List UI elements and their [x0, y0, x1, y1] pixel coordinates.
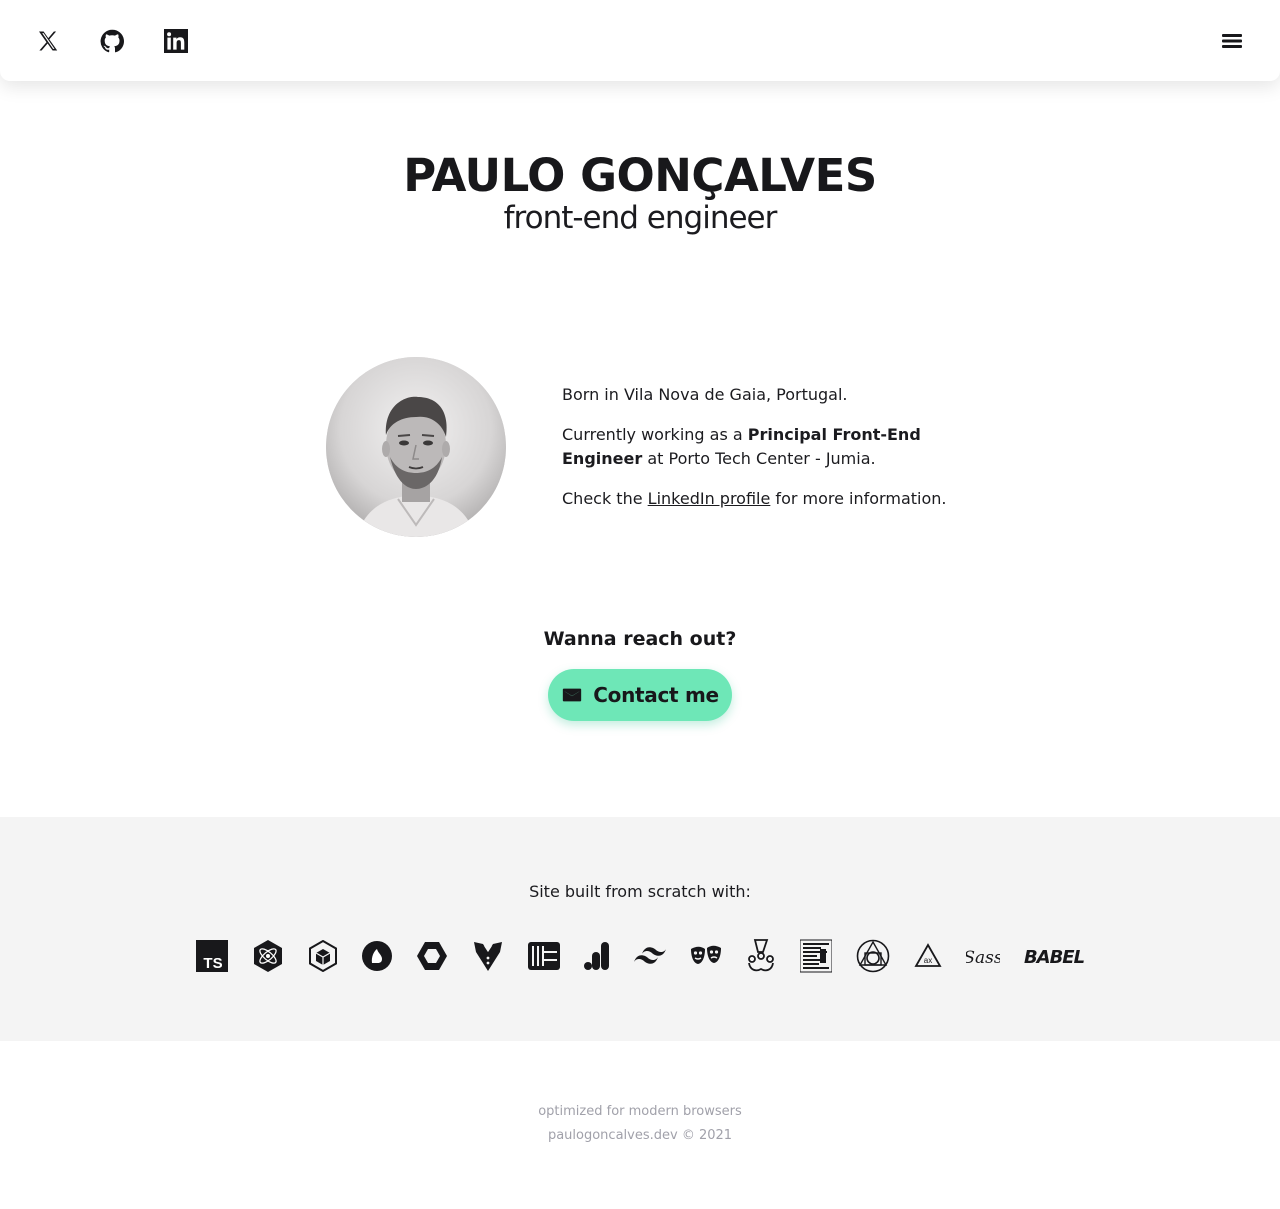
- bio-text: Born in Vila Nova de Gaia, Portugal. Cur…: [562, 357, 962, 537]
- mail-icon: [563, 688, 582, 702]
- sass-icon: Sass: [966, 939, 1000, 973]
- footer: optimized for modern browsers paulogonca…: [0, 1100, 1280, 1148]
- bio-work: Currently working as a Principal Front-E…: [562, 423, 962, 471]
- tech-icons-row: TS ax as BABEL: [0, 939, 1280, 973]
- bio-work-prefix: Currently working as a: [562, 425, 748, 444]
- hamburger-menu-icon: [1222, 33, 1242, 48]
- bio-born: Born in Vila Nova de Gaia, Portugal.: [562, 385, 848, 404]
- built-with-section: Site built from scratch with: TS ax as B…: [0, 817, 1280, 1041]
- built-with-title: Site built from scratch with:: [529, 882, 751, 901]
- contact-button-label: Contact me: [593, 683, 719, 707]
- lerna-icon: [528, 939, 560, 973]
- twitter-x-icon: [39, 31, 58, 50]
- about-section: Born in Vila Nova de Gaia, Portugal. Cur…: [326, 357, 966, 537]
- webpack-icon: [308, 939, 338, 973]
- page-title: PAULO GONÇALVES: [403, 149, 877, 202]
- tailwind-icon: [634, 939, 666, 973]
- top-nav-bar: [0, 0, 1280, 81]
- linkedin-link[interactable]: [164, 28, 188, 53]
- workbox-icon: [856, 939, 890, 973]
- footer-copyright: paulogoncalves.dev © 2021: [547, 1128, 733, 1143]
- bio-check: Check the LinkedIn profile for more info…: [562, 487, 962, 511]
- eslint-icon: [416, 939, 448, 973]
- svg-text:Sass: Sass: [966, 948, 1000, 968]
- babel-icon: BABEL: [1024, 939, 1084, 973]
- bio-check-prefix: Check the: [562, 489, 648, 508]
- jsdoc-icon: [800, 939, 832, 973]
- github-icon: [100, 29, 124, 52]
- stencil-icon: [362, 939, 392, 973]
- prettier-icon: [472, 939, 504, 973]
- playwright-icon: [690, 939, 722, 973]
- avatar: [326, 357, 506, 537]
- svg-text:TS: TS: [203, 955, 222, 972]
- contact-me-button[interactable]: Contact me: [548, 669, 732, 721]
- jest-icon: [746, 939, 776, 973]
- svg-text:ax: ax: [924, 956, 932, 965]
- bio-check-suffix: for more information.: [770, 489, 947, 508]
- bio-work-suffix: at Porto Tech Center - Jumia.: [642, 449, 876, 468]
- social-links: [36, 28, 188, 53]
- linkedin-icon: [164, 28, 188, 53]
- google-analytics-icon: [584, 939, 610, 973]
- typescript-icon: TS: [196, 939, 228, 973]
- profile-photo: [326, 357, 506, 537]
- preact-icon: [252, 939, 284, 973]
- linkedin-profile-link[interactable]: LinkedIn profile: [648, 489, 771, 508]
- twitter-link[interactable]: [36, 29, 60, 53]
- footer-browser-note: optimized for modern browsers: [538, 1104, 742, 1119]
- github-link[interactable]: [100, 29, 124, 53]
- hero-section: PAULO GONÇALVES front-end engineer: [0, 146, 1280, 238]
- page-subtitle: front-end engineer: [503, 200, 778, 236]
- reach-out-heading: Wanna reach out?: [543, 628, 737, 650]
- menu-button[interactable]: [1220, 29, 1244, 53]
- axe-icon: ax: [914, 939, 942, 973]
- svg-text:BABEL: BABEL: [1024, 947, 1084, 968]
